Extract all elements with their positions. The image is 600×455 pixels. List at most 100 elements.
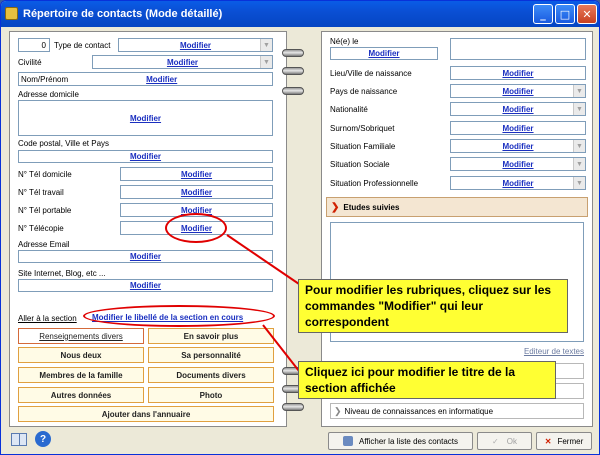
email-field[interactable]: Modifier [18, 250, 273, 263]
section-tab-autres-donnees[interactable]: Autres données [18, 387, 144, 403]
modify-link[interactable]: Modifier [502, 179, 533, 188]
postal-label: Code postal, Ville et Pays [18, 139, 110, 148]
text-editor-link[interactable]: Editeur de textes [524, 347, 584, 356]
section-tab-membres-famille[interactable]: Membres de la famille [18, 367, 144, 383]
modify-link[interactable]: Modifier [181, 170, 212, 179]
contact-type-number[interactable]: 0 [18, 38, 50, 52]
born-extra-field[interactable] [450, 38, 586, 60]
chevron-down-icon[interactable]: ▼ [573, 177, 585, 189]
modify-link[interactable]: Modifier [502, 142, 533, 151]
close-window-button[interactable]: ✕ [577, 4, 597, 24]
highlight-oval-section-link [83, 305, 275, 327]
modify-link[interactable]: Modifier [502, 160, 533, 169]
close-label: Fermer [557, 436, 584, 446]
goto-section-label: Aller à la section [18, 314, 77, 323]
tel-work-field[interactable]: Modifier [120, 185, 273, 199]
social-status-label: Situation Sociale [330, 160, 390, 169]
tel-home-field[interactable]: Modifier [120, 167, 273, 181]
bottom-left-icons: ? [11, 431, 51, 447]
chevron-down-icon[interactable]: ▼ [573, 140, 585, 152]
chevron-down-icon[interactable]: ▼ [573, 158, 585, 170]
callout-modify-fields: Pour modifier les rubriques, cliquez sur… [298, 279, 568, 333]
maximize-button[interactable]: □ [555, 4, 575, 24]
website-field[interactable]: Modifier [18, 279, 273, 292]
home-address-field[interactable]: Modifier [18, 100, 273, 136]
title-bar: Répertoire de contacts (Mode détaillé) _… [1, 1, 599, 27]
family-status-label: Situation Familiale [330, 142, 396, 151]
modify-link[interactable]: Modifier [181, 188, 212, 197]
section-tab-photo[interactable]: Photo [148, 387, 274, 403]
it-level-section[interactable]: ❯ Niveau de connaissances en informatiqu… [330, 403, 584, 419]
chevron-down-icon[interactable]: ▼ [260, 56, 272, 68]
fax-label: N° Télécopie [18, 224, 64, 233]
section-tab-nous-deux[interactable]: Nous deux [18, 347, 144, 363]
modify-link[interactable]: Modifier [167, 58, 198, 67]
add-to-directory-button[interactable]: Ajouter dans l'annuaire [18, 406, 274, 422]
postal-field[interactable]: Modifier [18, 150, 273, 163]
chevron-down-icon[interactable]: ▼ [573, 103, 585, 115]
civility-label: Civilité [18, 58, 42, 67]
modify-link[interactable]: Modifier [502, 124, 533, 133]
birthplace-label: Lieu/Ville de naissance [330, 69, 412, 78]
modify-link[interactable]: Modifier [130, 152, 161, 161]
app-icon [5, 7, 18, 20]
section-tab-en-savoir-plus[interactable]: En savoir plus [148, 328, 274, 344]
minimize-button[interactable]: _ [533, 4, 553, 24]
section-tab-documents-divers[interactable]: Documents divers [148, 367, 274, 383]
professional-status-select[interactable]: Modifier ▼ [450, 176, 586, 190]
tel-mobile-label: N° Tél portable [18, 206, 72, 215]
nationality-label: Nationalité [330, 105, 368, 114]
tel-home-label: N° Tél domicile [18, 170, 72, 179]
show-list-label: Afficher la liste des contacts [358, 436, 458, 446]
highlight-oval-fax [165, 213, 227, 243]
binder-ring [282, 403, 304, 411]
name-label: Nom/Prénom [21, 74, 69, 84]
home-address-label: Adresse domicile [18, 90, 79, 99]
contact-type-select[interactable]: Modifier ▼ [118, 38, 273, 52]
chevron-down-icon[interactable]: ▼ [573, 85, 585, 97]
modify-link[interactable]: Modifier [368, 49, 399, 58]
chevron-right-icon: ❯ [334, 405, 342, 416]
born-field[interactable]: Modifier [330, 47, 438, 60]
modify-link[interactable]: Modifier [502, 69, 533, 78]
chevron-down-icon[interactable]: ▼ [260, 39, 272, 51]
family-status-select[interactable]: Modifier ▼ [450, 139, 586, 153]
modify-link[interactable]: Modifier [502, 105, 533, 114]
modify-link[interactable]: Modifier [502, 87, 533, 96]
born-label: Né(e) le [330, 37, 359, 46]
ok-label: Ok [506, 436, 517, 446]
close-button[interactable]: ✕ Fermer [536, 432, 592, 450]
section-tab-sa-personnalite[interactable]: Sa personnalité [148, 347, 274, 363]
left-page: 0 Type de contact Modifier ▼ Civilité Mod… [9, 31, 287, 427]
main-window: Répertoire de contacts (Mode détaillé) _… [0, 0, 600, 455]
modify-link[interactable]: Modifier [130, 252, 161, 261]
book-icon[interactable] [11, 432, 27, 446]
modify-link[interactable]: Modifier [180, 41, 211, 50]
birth-country-select[interactable]: Modifier ▼ [450, 84, 586, 98]
modify-link[interactable]: Modifier [130, 281, 161, 290]
section-tab-renseignements-divers[interactable]: Renseignements divers [18, 328, 144, 344]
nationality-select[interactable]: Modifier ▼ [450, 102, 586, 116]
help-icon[interactable]: ? [35, 431, 51, 447]
professional-status-label: Situation Professionnelle [330, 179, 419, 188]
binder-ring [282, 49, 304, 57]
binder-ring [282, 87, 304, 95]
nickname-field[interactable]: Modifier [450, 121, 586, 135]
modify-link[interactable]: Modifier [146, 75, 177, 84]
civility-select[interactable]: Modifier ▼ [92, 55, 273, 69]
social-status-select[interactable]: Modifier ▼ [450, 157, 586, 171]
name-field[interactable]: Nom/Prénom Modifier [18, 72, 273, 86]
birthplace-field[interactable]: Modifier [450, 66, 586, 80]
callout-section-title: Cliquez ici pour modifier le titre de la… [298, 361, 556, 399]
nickname-label: Surnom/Sobriquet [330, 124, 395, 133]
ok-button[interactable]: ✓ Ok [477, 432, 532, 450]
show-contact-list-button[interactable]: Afficher la liste des contacts [328, 432, 473, 450]
tel-work-label: N° Tél travail [18, 188, 64, 197]
website-label: Site Internet, Blog, etc ... [18, 269, 106, 278]
studies-header[interactable]: ❯ Etudes suivies [326, 197, 588, 217]
modify-link[interactable]: Modifier [130, 114, 161, 123]
contacts-icon [342, 436, 353, 446]
birth-country-label: Pays de naissance [330, 87, 398, 96]
it-level-label: Niveau de connaissances en informatique [344, 406, 494, 416]
contact-type-label: Type de contact [54, 41, 111, 50]
